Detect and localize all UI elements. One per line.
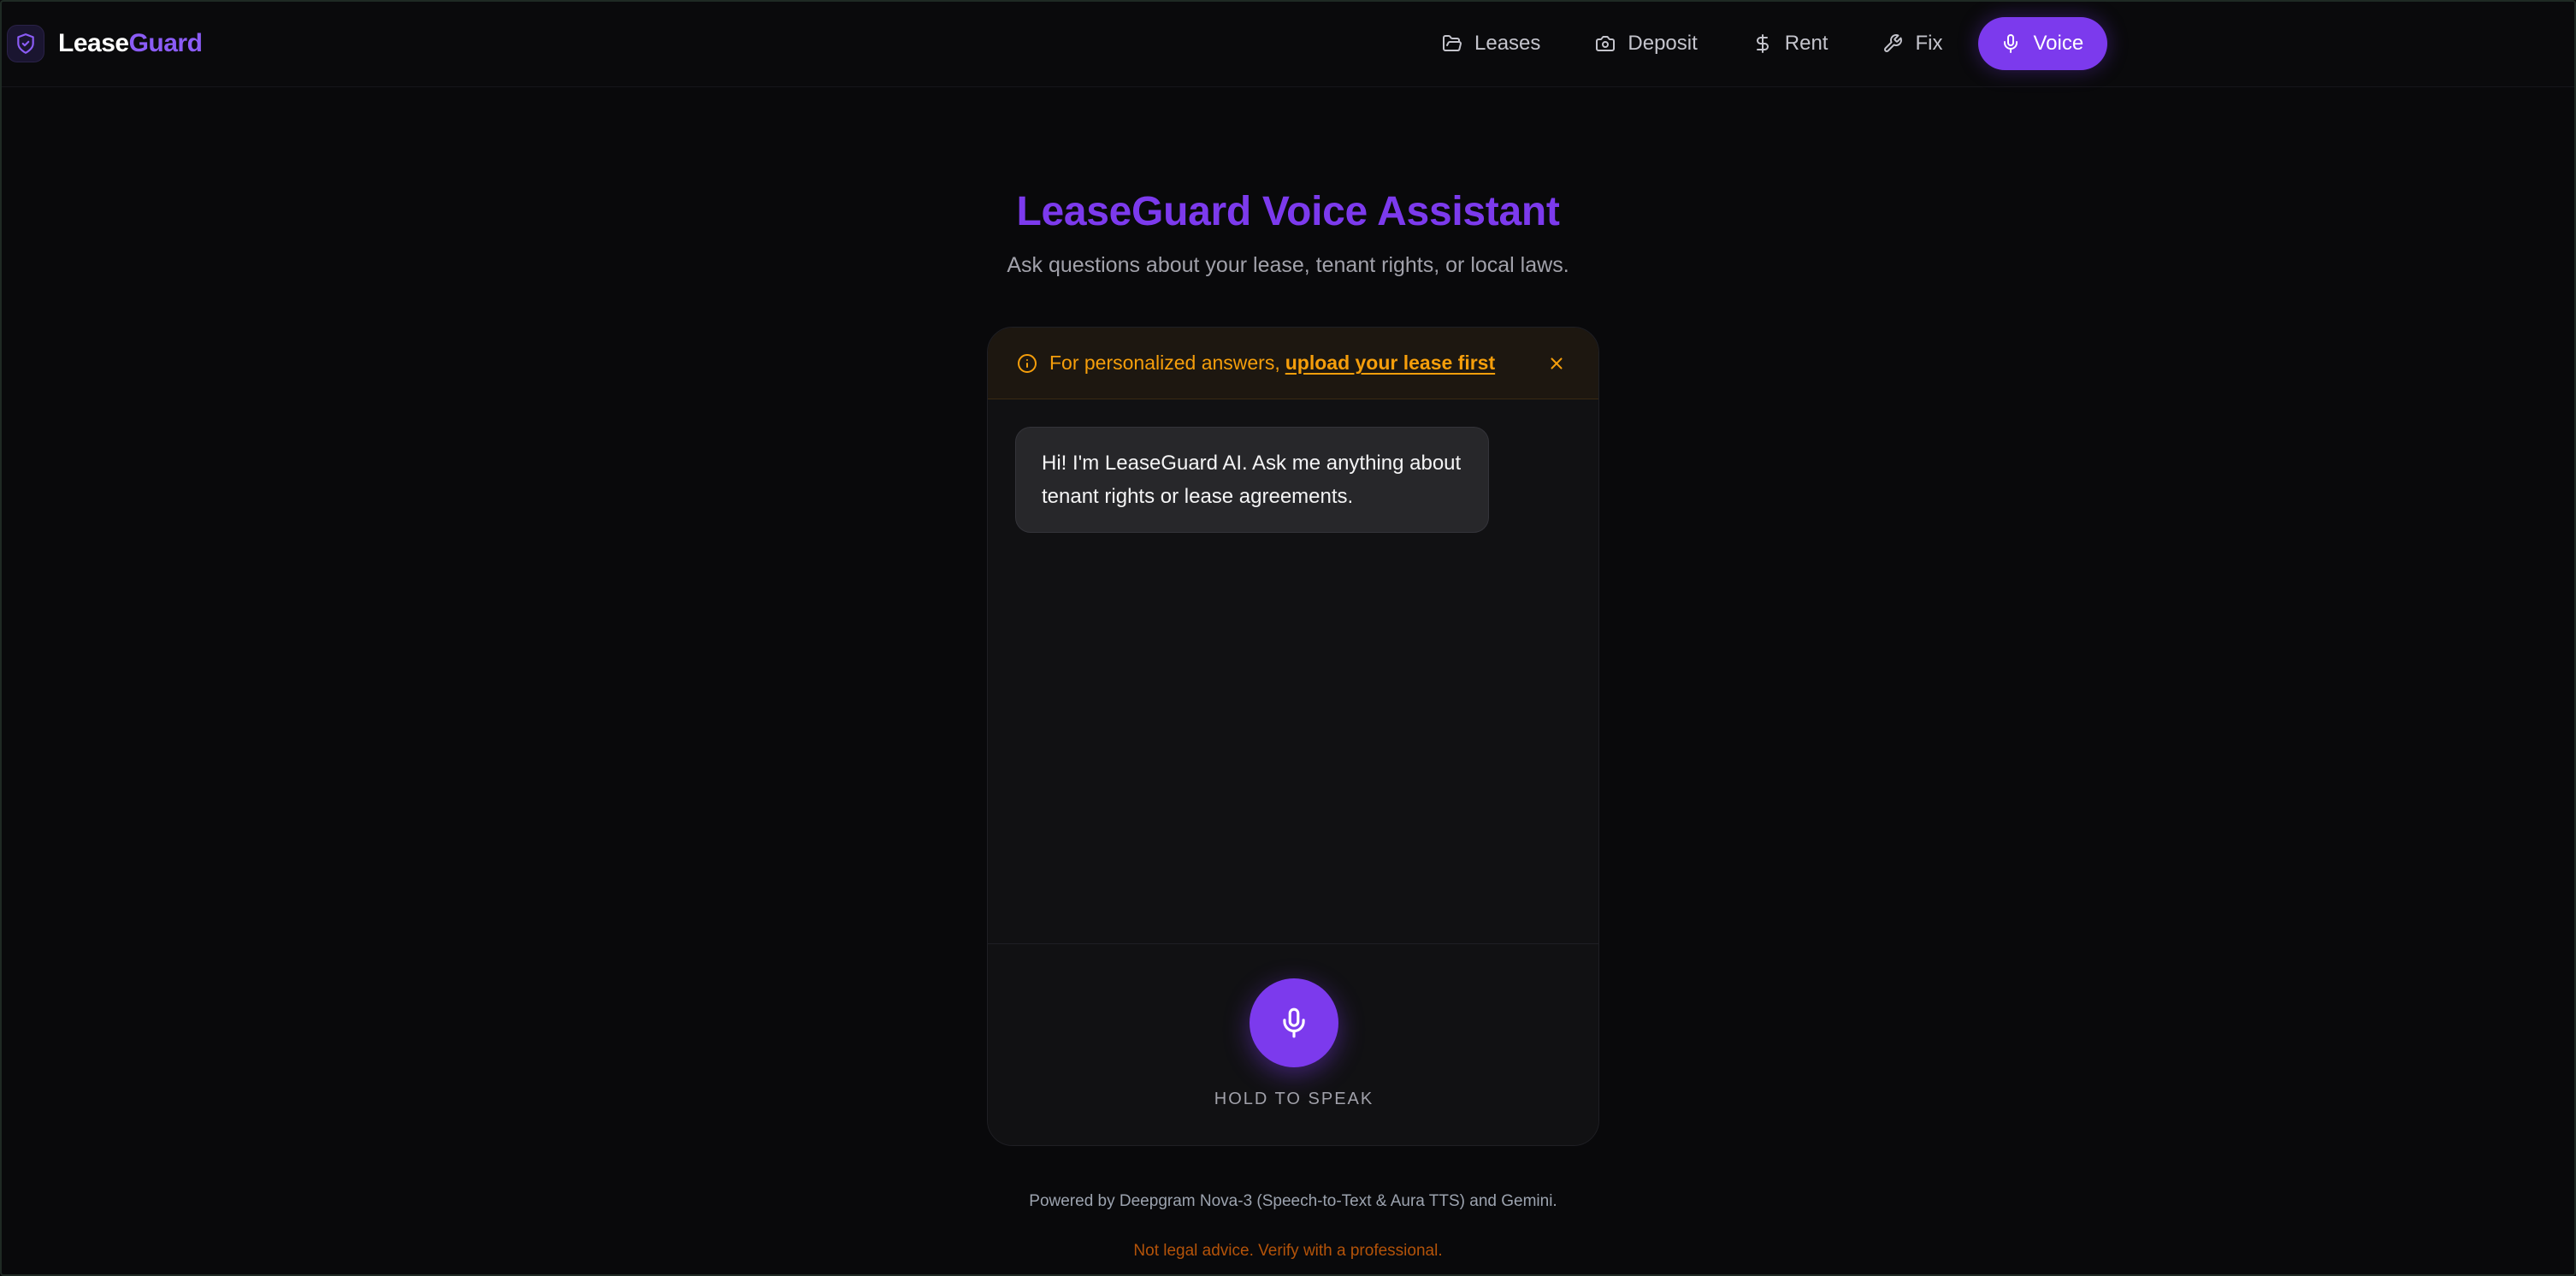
powered-by-text: Powered by Deepgram Nova-3 (Speech-to-Te… [1029,1192,1557,1210]
upload-lease-banner: For personalized answers, upload your le… [988,328,1598,399]
hold-to-speak-label: HOLD TO SPEAK [1214,1090,1374,1108]
nav-item-fix[interactable]: Fix [1864,17,1961,70]
top-nav-bar: LeaseGuard Leases Deposit Rent Fix Voice [0,0,2576,87]
nav-item-leases[interactable]: Leases [1423,17,1559,70]
nav-label: Leases [1474,32,1541,55]
upload-lease-link[interactable]: upload your lease first [1285,351,1495,375]
dollar-icon [1756,34,1769,53]
banner-text: For personalized answers, [1049,351,1280,374]
legal-disclaimer: Not legal advice. Verify with a professi… [1133,1242,1443,1260]
page-title: LeaseGuard Voice Assistant [1016,189,1560,234]
info-icon [1018,353,1037,373]
brand-logo[interactable]: LeaseGuard [7,21,203,67]
voice-assistant-panel: For personalized answers, upload your le… [987,327,1599,1146]
nav-label: Voice [2033,32,2084,55]
nav-label: Deposit [1628,32,1698,55]
folder-open-icon [1443,35,1462,51]
main-nav: Leases Deposit Rent Fix Voice [1423,17,2108,70]
brand-name-part2: Guard [128,29,203,57]
assistant-message: Hi! I'm LeaseGuard AI. Ask me anything a… [1015,427,1489,533]
nav-item-deposit[interactable]: Deposit [1576,17,1716,70]
nav-item-rent[interactable]: Rent [1734,17,1847,70]
hold-to-speak-button[interactable] [1250,978,1338,1067]
page-subtitle: Ask questions about your lease, tenant r… [1007,253,1569,277]
brand-name-part1: Lease [58,29,129,57]
mic-icon [2004,34,2018,53]
brand-name: LeaseGuard [58,29,203,58]
voice-controls: HOLD TO SPEAK [988,943,1598,1145]
wrench-icon [1884,34,1903,52]
mic-icon [1283,1007,1305,1038]
camera-icon [1596,36,1616,51]
nav-label: Rent [1784,32,1829,55]
nav-label: Fix [1915,32,1943,55]
close-icon[interactable] [1551,351,1575,375]
shield-check-icon [7,25,44,62]
nav-item-voice[interactable]: Voice [1978,17,2108,70]
